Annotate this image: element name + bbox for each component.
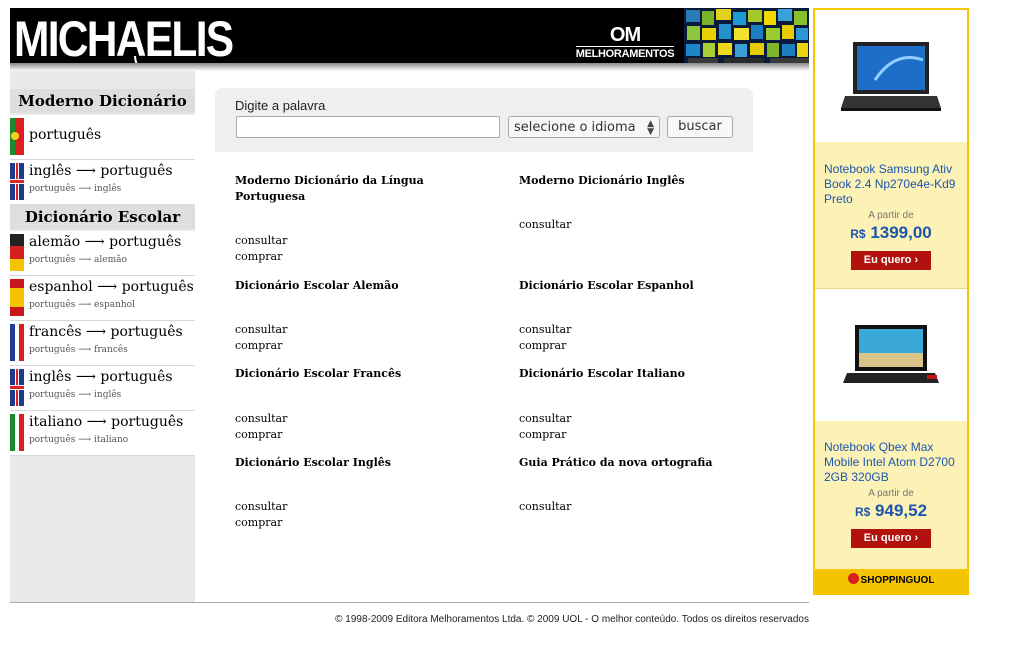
currency: R$ — [854, 505, 871, 519]
consultar-link[interactable]: consultar — [235, 499, 287, 515]
language-select-value: selecione o idioma — [514, 120, 636, 135]
sidebar-item-label: inglês ⟶ português — [29, 163, 173, 179]
shopping-ad: Notebook Samsung Ativ Book 2.4 Np270e4e-… — [813, 8, 969, 595]
consultar-link[interactable]: consultar — [519, 499, 571, 515]
sidebar-item-ingles-escolar[interactable]: inglês ⟶ português português ⟶ inglês — [10, 366, 195, 411]
price-value: 949,52 — [875, 501, 928, 520]
dictionary-card: Dicionário Escolar Alemão consultar comp… — [235, 278, 445, 352]
dictionary-card: Moderno Dicionário Inglês consultar — [519, 173, 729, 231]
sidebar-item-sublabel: português ⟶ italiano — [29, 435, 129, 445]
sidebar-item-label: português — [29, 127, 102, 143]
portugal-flag-icon — [10, 118, 24, 155]
germany-flag-icon — [10, 234, 24, 271]
product-image[interactable] — [815, 10, 967, 142]
dictionary-title: Dicionário Escolar Espanhol — [519, 279, 694, 292]
product-price: R$ 949,52 — [815, 501, 967, 521]
dictionary-title: Dicionário Escolar Inglês — [235, 456, 391, 469]
product-title[interactable]: Notebook Qbex Max Mobile Intel Atom D270… — [824, 440, 964, 485]
buy-button[interactable]: Eu quero › — [851, 529, 931, 548]
shoppinguol-label: SHOPPINGUOL — [860, 575, 935, 586]
sidebar-item-italiano[interactable]: italiano ⟶ português português ⟶ italian… — [10, 411, 195, 456]
language-select[interactable]: selecione o idioma ▲ ▼ — [508, 116, 660, 138]
section-moderno-dicionario: Moderno Dicionário — [10, 89, 195, 113]
consultar-link[interactable]: consultar — [519, 217, 571, 233]
spain-flag-icon — [10, 279, 24, 316]
sidebar-item-sublabel: português ⟶ inglês — [29, 184, 122, 194]
uk-flag-icon — [10, 369, 24, 406]
dictionary-card: Dicionário Escolar Espanhol consultar co… — [519, 278, 729, 352]
section-dicionario-escolar: Dicionário Escolar — [10, 205, 195, 229]
sidebar-item-frances[interactable]: francês ⟶ português português ⟶ francês — [10, 321, 195, 366]
sidebar-item-sublabel: português ⟶ espanhol — [29, 300, 135, 310]
sidebar-item-label: francês ⟶ português — [29, 324, 183, 340]
sidebar-item-sublabel: português ⟶ inglês — [29, 390, 122, 400]
comprar-link[interactable]: comprar — [235, 249, 282, 265]
melhoramentos-logo[interactable]: OM MELHORAMENTOS — [575, 24, 675, 62]
sidebar-item-label: italiano ⟶ português — [29, 414, 184, 430]
france-flag-icon — [10, 324, 24, 361]
comprar-link[interactable]: comprar — [235, 338, 282, 354]
brand-name: MELHORAMENTOS — [575, 46, 675, 60]
buy-button[interactable]: Eu quero › — [851, 251, 931, 270]
dictionary-title: Moderno Dicionário Inglês — [519, 174, 685, 187]
dictionary-card: Dicionário Escolar Italiano consultar co… — [519, 366, 729, 441]
product-image[interactable] — [815, 289, 967, 421]
comprar-link[interactable]: comprar — [519, 338, 566, 354]
price-from-label: A partir de — [868, 488, 914, 499]
site-header: MICHAELIS OM MELHORAMENTOS — [10, 8, 809, 65]
consultar-link[interactable]: consultar — [235, 322, 287, 338]
sidebar-item-sublabel: português ⟶ alemão — [29, 255, 127, 265]
currency: R$ — [850, 227, 866, 241]
brand-mark: OM — [609, 24, 641, 46]
sidebar-item-portugues[interactable]: português — [10, 115, 195, 160]
laptop-icon — [843, 325, 939, 383]
shoppinguol-logo[interactable]: SHOPPINGUOL — [815, 569, 967, 593]
sidebar-item-alemao[interactable]: alemão ⟶ português português ⟶ alemão — [10, 231, 195, 276]
consultar-link[interactable]: consultar — [519, 411, 571, 427]
search-input[interactable] — [236, 116, 500, 138]
shopping-bag-icon — [847, 573, 859, 584]
search-label: Digite a palavra — [235, 98, 326, 113]
product-title[interactable]: Notebook Samsung Ativ Book 2.4 Np270e4e-… — [824, 162, 964, 207]
footer-divider — [10, 602, 809, 603]
consultar-link[interactable]: consultar — [235, 411, 287, 427]
price-from-label: A partir de — [868, 210, 914, 221]
sidebar-item-label: alemão ⟶ português — [29, 234, 182, 250]
comprar-link[interactable]: comprar — [519, 427, 566, 443]
product-price: R$ 1399,00 — [815, 223, 967, 243]
sidebar-item-label: inglês ⟶ português — [29, 369, 173, 385]
comprar-link[interactable]: comprar — [235, 427, 282, 443]
michaelis-logo[interactable]: MICHAELIS — [14, 8, 234, 65]
dictionary-title: Dicionário Escolar Italiano — [519, 367, 685, 380]
consultar-link[interactable]: consultar — [519, 322, 571, 338]
dictionary-card: Guia Prático da nova ortografia consulta… — [519, 455, 729, 513]
laptop-icon — [841, 42, 941, 111]
price-value: 1399,00 — [870, 223, 932, 242]
search-button[interactable]: buscar — [667, 116, 733, 138]
footer-copyright: © 1998-2009 Editora Melhoramentos Ltda. … — [335, 614, 809, 625]
sidebar-item-label: espanhol ⟶ português — [29, 279, 194, 295]
dictionary-title: Moderno Dicionário da Língua Portuguesa — [235, 174, 424, 203]
sidebar-item-espanhol[interactable]: espanhol ⟶ português português ⟶ espanho… — [10, 276, 195, 321]
search-panel: Digite a palavra selecione o idioma ▲ ▼ b… — [215, 88, 753, 152]
dictionary-card: Dicionário Escolar Francês consultar com… — [235, 366, 445, 441]
sidebar-item-sublabel: português ⟶ francês — [29, 345, 128, 355]
header-shadow — [10, 63, 809, 71]
select-arrows-icon: ▲ ▼ — [647, 119, 654, 137]
uk-flag-icon — [10, 163, 24, 200]
dictionary-card: Dicionário Escolar Inglês consultar comp… — [235, 455, 445, 529]
dictionary-title: Dicionário Escolar Alemão — [235, 279, 399, 292]
italy-flag-icon — [10, 414, 24, 451]
dictionary-title: Dicionário Escolar Francês — [235, 367, 402, 380]
dictionary-card: Moderno Dicionário da Língua Portuguesa … — [235, 173, 445, 263]
consultar-link[interactable]: consultar — [235, 233, 287, 249]
mosaic-decoration — [684, 8, 809, 65]
sidebar: Moderno Dicionário português inglês ⟶ po… — [10, 71, 195, 603]
sidebar-item-ingles-moderno[interactable]: inglês ⟶ português português ⟶ inglês — [10, 160, 195, 205]
dictionary-title: Guia Prático da nova ortografia — [519, 456, 713, 469]
comprar-link[interactable]: comprar — [235, 515, 282, 531]
